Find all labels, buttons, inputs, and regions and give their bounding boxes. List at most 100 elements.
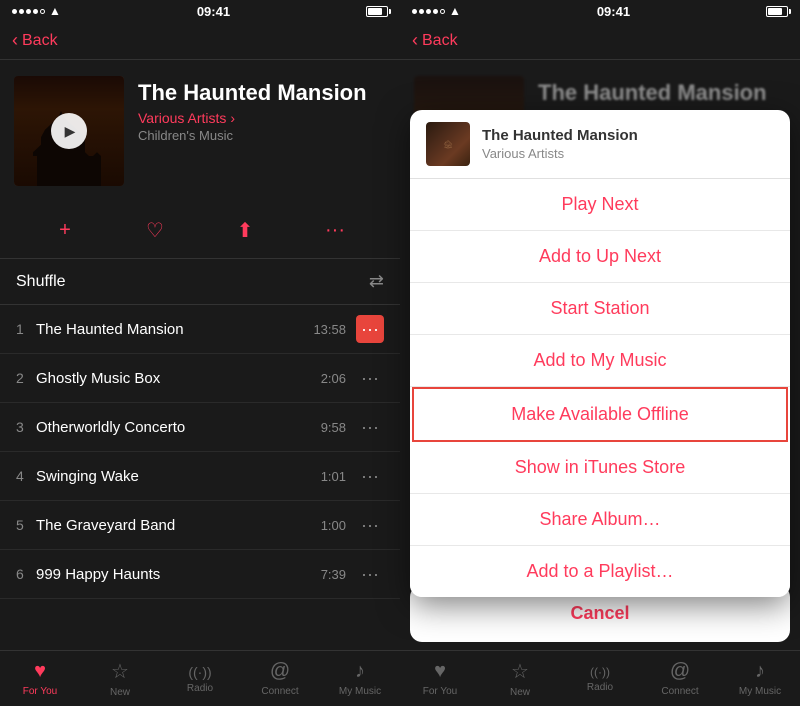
tab-connect-left[interactable]: @ Connect bbox=[240, 651, 320, 706]
radio-icon-right: ((·)) bbox=[590, 665, 610, 679]
track-name-4: Swinging Wake bbox=[36, 468, 321, 485]
menu-item-play-next[interactable]: Play Next bbox=[410, 179, 790, 231]
track-more-1[interactable]: ··· bbox=[356, 315, 384, 343]
track-duration-3: 9:58 bbox=[321, 420, 346, 435]
wifi-icon-right: ▲ bbox=[449, 4, 461, 18]
tab-my-music-left[interactable]: ♪ My Music bbox=[320, 651, 400, 706]
rdot-4 bbox=[433, 9, 438, 14]
battery-left bbox=[366, 6, 388, 17]
battery-fill-right bbox=[768, 8, 782, 15]
for-you-icon-left: ♥ bbox=[34, 660, 46, 683]
battery-fill-left bbox=[368, 8, 382, 15]
track-duration-4: 1:01 bbox=[321, 469, 346, 484]
track-more-5[interactable]: ··· bbox=[356, 511, 384, 539]
rdot-1 bbox=[412, 9, 417, 14]
track-num-5: 5 bbox=[16, 517, 36, 533]
radio-label-right: Radio bbox=[587, 682, 613, 693]
context-album-info: The Haunted Mansion Various Artists bbox=[482, 127, 638, 161]
share-button-left[interactable]: ⬆ bbox=[227, 212, 263, 248]
track-num-3: 3 bbox=[16, 419, 36, 435]
dot-1 bbox=[12, 9, 17, 14]
back-chevron-left: ‹ bbox=[12, 30, 18, 51]
action-bar-left: + ♡ ⬆ ··· bbox=[0, 202, 400, 259]
tab-new-left[interactable]: ☆ New bbox=[80, 651, 160, 706]
new-icon-right: ☆ bbox=[511, 659, 529, 684]
status-bar-left: ▲ 09:41 bbox=[0, 0, 400, 22]
dot-4 bbox=[33, 9, 38, 14]
context-artist: Various Artists bbox=[482, 146, 638, 161]
tab-radio-left[interactable]: ((·)) Radio bbox=[160, 651, 240, 706]
connect-icon-right: @ bbox=[670, 660, 690, 683]
tab-connect-right[interactable]: @ Connect bbox=[640, 651, 720, 706]
back-label-left: Back bbox=[22, 32, 58, 50]
tab-for-you-left[interactable]: ♥ For You bbox=[0, 651, 80, 706]
left-panel: ▲ 09:41 ‹ Back ▶ The Haunted Mansion Var… bbox=[0, 0, 400, 706]
my-music-icon-right: ♪ bbox=[755, 660, 765, 683]
tab-radio-right[interactable]: ((·)) Radio bbox=[560, 651, 640, 706]
connect-label-left: Connect bbox=[261, 686, 298, 697]
menu-item-add-to-playlist[interactable]: Add to a Playlist… bbox=[410, 546, 790, 597]
back-button-left[interactable]: ‹ Back bbox=[12, 30, 58, 51]
love-button-left[interactable]: ♡ bbox=[137, 212, 173, 248]
tab-for-you-right[interactable]: ♥ For You bbox=[400, 651, 480, 706]
rdot-5 bbox=[440, 9, 445, 14]
tab-bar-right: ♥ For You ☆ New ((·)) Radio @ Connect ♪ … bbox=[400, 650, 800, 706]
back-button-right[interactable]: ‹ Back bbox=[412, 30, 458, 51]
add-to-my-music-label: Add to My Music bbox=[533, 350, 666, 371]
status-right-right bbox=[766, 6, 788, 17]
start-station-label: Start Station bbox=[550, 298, 649, 319]
track-more-4[interactable]: ··· bbox=[356, 462, 384, 490]
track-name-1: The Haunted Mansion bbox=[36, 321, 313, 338]
track-duration-2: 2:06 bbox=[321, 371, 346, 386]
track-row-2: 2 Ghostly Music Box 2:06 ··· bbox=[0, 354, 400, 403]
status-left: ▲ bbox=[12, 4, 61, 18]
album-section-left: ▶ The Haunted Mansion Various Artists › … bbox=[0, 60, 400, 202]
radio-label-left: Radio bbox=[187, 683, 213, 694]
track-duration-6: 7:39 bbox=[321, 567, 346, 582]
track-num-1: 1 bbox=[16, 321, 36, 337]
play-button-overlay[interactable]: ▶ bbox=[51, 113, 87, 149]
dot-2 bbox=[19, 9, 24, 14]
time-right: 09:41 bbox=[597, 4, 630, 19]
tab-bar-left: ♥ For You ☆ New ((·)) Radio @ Connect ♪ … bbox=[0, 650, 400, 706]
album-title-left: The Haunted Mansion bbox=[138, 80, 386, 106]
right-panel: ▲ 09:41 ‹ Back The Haunted Mansion Vario… bbox=[400, 0, 800, 706]
back-label-right: Back bbox=[422, 32, 458, 50]
menu-item-share-album[interactable]: Share Album… bbox=[410, 494, 790, 546]
my-music-label-left: My Music bbox=[339, 686, 381, 697]
menu-item-make-offline[interactable]: Make Available Offline bbox=[412, 387, 788, 442]
shuffle-icon[interactable]: ⇄ bbox=[369, 271, 384, 292]
shuffle-label: Shuffle bbox=[16, 273, 66, 291]
menu-item-add-to-my-music[interactable]: Add to My Music bbox=[410, 335, 790, 387]
tab-my-music-right[interactable]: ♪ My Music bbox=[720, 651, 800, 706]
track-num-4: 4 bbox=[16, 468, 36, 484]
menu-item-add-to-up-next[interactable]: Add to Up Next bbox=[410, 231, 790, 283]
track-name-5: The Graveyard Band bbox=[36, 517, 321, 534]
back-chevron-right: ‹ bbox=[412, 30, 418, 51]
track-more-2[interactable]: ··· bbox=[356, 364, 384, 392]
dot-3 bbox=[26, 9, 31, 14]
signal-dots bbox=[12, 9, 45, 14]
menu-item-start-station[interactable]: Start Station bbox=[410, 283, 790, 335]
add-to-up-next-label: Add to Up Next bbox=[539, 246, 661, 267]
album-artist-left[interactable]: Various Artists › bbox=[138, 110, 386, 126]
artist-name-left: Various Artists bbox=[138, 110, 226, 126]
track-more-3[interactable]: ··· bbox=[356, 413, 384, 441]
signal-dots-right bbox=[412, 9, 445, 14]
rdot-3 bbox=[426, 9, 431, 14]
nav-bar-right: ‹ Back bbox=[400, 22, 800, 60]
track-row-6: 6 999 Happy Haunts 7:39 ··· bbox=[0, 550, 400, 599]
nav-bar-left: ‹ Back bbox=[0, 22, 400, 60]
add-to-playlist-label: Add to a Playlist… bbox=[526, 561, 673, 582]
add-button-left[interactable]: + bbox=[47, 212, 83, 248]
track-name-3: Otherworldly Concerto bbox=[36, 419, 321, 436]
track-name-2: Ghostly Music Box bbox=[36, 370, 321, 387]
tab-new-right[interactable]: ☆ New bbox=[480, 651, 560, 706]
album-genre-left: Children's Music bbox=[138, 128, 386, 143]
more-button-left[interactable]: ··· bbox=[317, 212, 353, 248]
album-title-right: The Haunted Mansion bbox=[538, 80, 786, 106]
track-more-6[interactable]: ··· bbox=[356, 560, 384, 588]
track-row-3: 3 Otherworldly Concerto 9:58 ··· bbox=[0, 403, 400, 452]
dot-5 bbox=[40, 9, 45, 14]
menu-item-show-itunes[interactable]: Show in iTunes Store bbox=[410, 442, 790, 494]
